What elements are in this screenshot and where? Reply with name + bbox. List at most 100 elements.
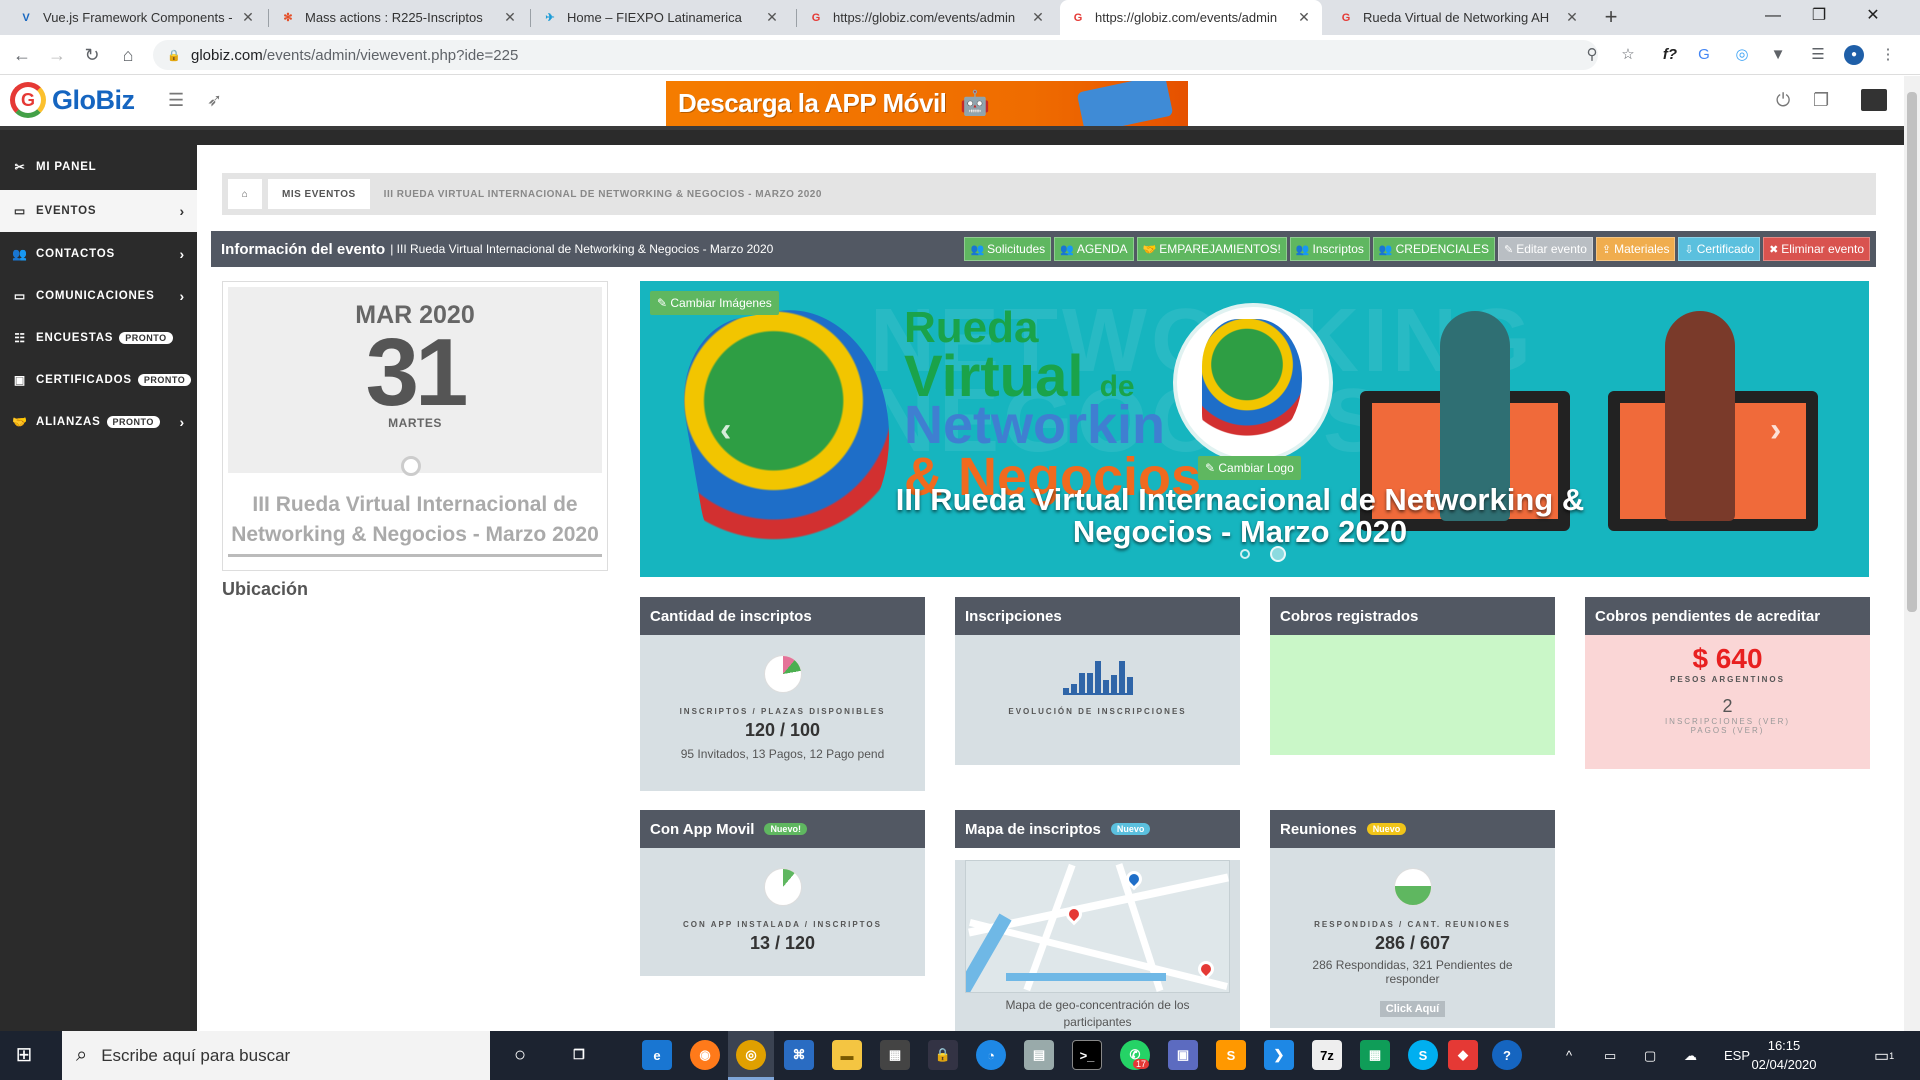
browser-tab-1[interactable]: ✻ Mass actions : R225-Inscriptos ✕ [270, 0, 528, 35]
vuetify-icon: V [22, 11, 30, 24]
action-button-credenciales[interactable]: 👥 CREDENCIALES [1372, 237, 1495, 261]
close-icon[interactable]: ✕ [1564, 9, 1580, 26]
globiz-logo[interactable]: G GloBiz [10, 82, 135, 118]
action-button-solicitudes[interactable]: 👥 Solicitudes [964, 237, 1052, 261]
browser-tab-2[interactable]: ✈ Home – FIEXPO Latinamerica ✕ [532, 0, 790, 35]
onedrive-icon[interactable]: ☁ [1684, 1031, 1697, 1080]
carousel-dot[interactable] [1240, 549, 1250, 559]
network-icon[interactable]: ▢ [1644, 1031, 1656, 1080]
action-button-materiales[interactable]: ⇪ Materiales [1595, 237, 1676, 261]
carousel-dot-active[interactable] [1270, 546, 1286, 562]
change-logo-button[interactable]: ✎ Cambiar Logo [1198, 456, 1301, 480]
terminal-icon[interactable]: >_ [1072, 1040, 1102, 1070]
save-app-icon[interactable]: ▣ [1168, 1040, 1198, 1070]
zoom-icon[interactable]: ⚲ [1582, 45, 1602, 65]
network-app-icon[interactable]: ⌘ [784, 1040, 814, 1070]
browser-menu-icon[interactable]: ⋮ [1878, 45, 1898, 65]
calculator-icon[interactable]: ▦ [880, 1040, 910, 1070]
close-icon[interactable]: ✕ [1030, 9, 1046, 26]
close-icon[interactable]: ✕ [1296, 9, 1312, 26]
close-icon[interactable]: ✕ [764, 9, 780, 26]
window-icon[interactable]: ❐ [1813, 90, 1829, 111]
action-button-certificado[interactable]: ⇩ Certificado [1678, 237, 1761, 261]
tray-chevron-icon[interactable]: ^ [1566, 1031, 1572, 1080]
extension-circle-icon[interactable]: ◎ [1732, 45, 1752, 65]
anydesk-icon[interactable]: ◆ [1448, 1040, 1478, 1070]
file-explorer-icon[interactable]: ▬ [832, 1040, 862, 1070]
taskbar-clock[interactable]: 16:15 02/04/2020 [1740, 1036, 1828, 1074]
reload-icon[interactable]: ↻ [80, 43, 104, 67]
window-close-icon[interactable]: ✕ [1850, 0, 1896, 35]
sidebar-item-encuestas[interactable]: ☷ ENCUESTAS PRONTO [0, 317, 197, 359]
profile-avatar[interactable]: ● [1844, 45, 1864, 65]
vuetify-extension-icon[interactable]: ▼ [1768, 45, 1788, 65]
event-info-title: Información del evento [221, 240, 386, 258]
taskbar-search[interactable]: ⌕ Escribe aquí para buscar [62, 1031, 490, 1080]
view-payments-link[interactable]: PAGOS (VER) [1585, 726, 1870, 735]
edge-icon[interactable]: e [642, 1040, 672, 1070]
firefox-icon[interactable]: ◉ [690, 1040, 720, 1070]
change-images-button[interactable]: ✎ Cambiar Imágenes [650, 291, 779, 315]
task-view-icon[interactable]: ❐ [564, 1040, 594, 1070]
vpn-lock-icon[interactable]: 🔒 [928, 1040, 958, 1070]
sheets-icon[interactable]: ▦ [1360, 1040, 1390, 1070]
translate-extension-icon[interactable]: G [1694, 45, 1714, 65]
bar-mark [1102, 680, 1109, 693]
view-inscriptions-link[interactable]: INSCRIPCIONES (VER) [1585, 717, 1870, 726]
action-button-agenda[interactable]: 👥 AGENDA [1054, 237, 1134, 261]
close-icon[interactable]: ✕ [502, 9, 518, 26]
home-icon[interactable]: ⌂ [116, 43, 140, 67]
rocket-icon[interactable]: ➶ [207, 90, 222, 111]
7zip-icon[interactable]: 7z [1312, 1040, 1342, 1070]
sidebar-item-eventos[interactable]: ▭ EVENTOS › [0, 190, 197, 232]
close-icon[interactable]: ✕ [240, 9, 256, 26]
chrome-icon[interactable]: ◎ [736, 1040, 766, 1070]
windows-start-icon[interactable]: ⊞ [0, 1031, 48, 1080]
bookmark-star-icon[interactable]: ☆ [1618, 45, 1638, 65]
hamburger-icon[interactable]: ☰ [168, 90, 184, 111]
browser-tab-5[interactable]: G Rueda Virtual de Networking AH ✕ [1328, 0, 1590, 35]
download-app-banner[interactable]: Descarga la APP Móvil 🤖 [666, 81, 1188, 126]
sidebar-item-comunicaciones[interactable]: ▭ COMUNICACIONES › [0, 275, 197, 317]
action-button-editar-evento[interactable]: ✎ Editar evento [1497, 237, 1593, 261]
sidebar-item-contactos[interactable]: 👥 CONTACTOS › [0, 233, 197, 275]
power-icon[interactable]: ⏻ [1776, 90, 1790, 111]
back-icon[interactable]: ← [10, 43, 34, 67]
address-bar[interactable]: 🔒 globiz.com/events/admin/viewevent.php?… [153, 40, 1598, 70]
carousel-prev-icon[interactable]: ‹ [720, 411, 731, 450]
browser-tab-3[interactable]: G https://globiz.com/events/admin ✕ [798, 0, 1056, 35]
sidebar-item-alianzas[interactable]: 🤝 ALIANZAS PRONTO › [0, 401, 197, 443]
page-scrollbar[interactable] [1904, 76, 1920, 1031]
restore-icon[interactable]: ❐ [1796, 0, 1842, 35]
home-icon[interactable]: ⌂ [228, 179, 262, 209]
event-image-carousel[interactable]: NETWORKINGNEGOCIOS Rueda Virtual de Netw… [640, 281, 1869, 577]
action-button-inscriptos[interactable]: 👥 Inscriptos [1289, 237, 1370, 261]
scrollbar-thumb[interactable] [1907, 92, 1917, 612]
battery-icon[interactable]: ▭ [1604, 1031, 1616, 1080]
browser-tab-4[interactable]: G https://globiz.com/events/admin ✕ [1060, 0, 1322, 35]
cortana-icon[interactable]: ○ [505, 1040, 535, 1070]
click-here-button[interactable]: Click Aquí [1379, 1001, 1446, 1017]
browser-tab-0[interactable]: V Vue.js Framework Components - ✕ [8, 0, 266, 35]
help-icon[interactable]: ? [1492, 1040, 1522, 1070]
forward-icon[interactable]: → [45, 43, 69, 67]
geo-map-image[interactable] [965, 860, 1230, 993]
user-panel-button[interactable] [1845, 76, 1904, 126]
breadcrumb-mis-eventos[interactable]: MIS EVENTOS [268, 179, 370, 209]
skype-icon[interactable]: S [1408, 1040, 1438, 1070]
sublime-text-icon[interactable]: S [1216, 1040, 1246, 1070]
new-tab-button[interactable]: + [1598, 4, 1624, 30]
minimize-icon[interactable]: — [1750, 0, 1796, 35]
notification-icon[interactable]: ▭ 1 [1874, 1031, 1894, 1080]
formula-extension-icon[interactable]: f? [1660, 45, 1680, 65]
printer-app-icon[interactable]: ▤ [1024, 1040, 1054, 1070]
sidebar-item-mi-panel[interactable]: ✂ MI PANEL [0, 146, 197, 188]
action-button-emparejamientos[interactable]: 🤝 EMPAREJAMIENTOS! [1136, 237, 1287, 261]
chat-app-icon[interactable]: ◔ [976, 1040, 1006, 1070]
action-button-eliminar-evento[interactable]: ✖ Eliminar evento [1763, 237, 1870, 261]
joomla-icon: ✻ [283, 12, 293, 24]
carousel-next-icon[interactable]: › [1770, 411, 1781, 450]
sidebar-item-certificados[interactable]: ▣ CERTIFICADOS PRONTO [0, 359, 197, 401]
vscode-icon[interactable]: ❯ [1264, 1040, 1294, 1070]
media-controls-icon[interactable]: ☰ [1808, 45, 1828, 65]
